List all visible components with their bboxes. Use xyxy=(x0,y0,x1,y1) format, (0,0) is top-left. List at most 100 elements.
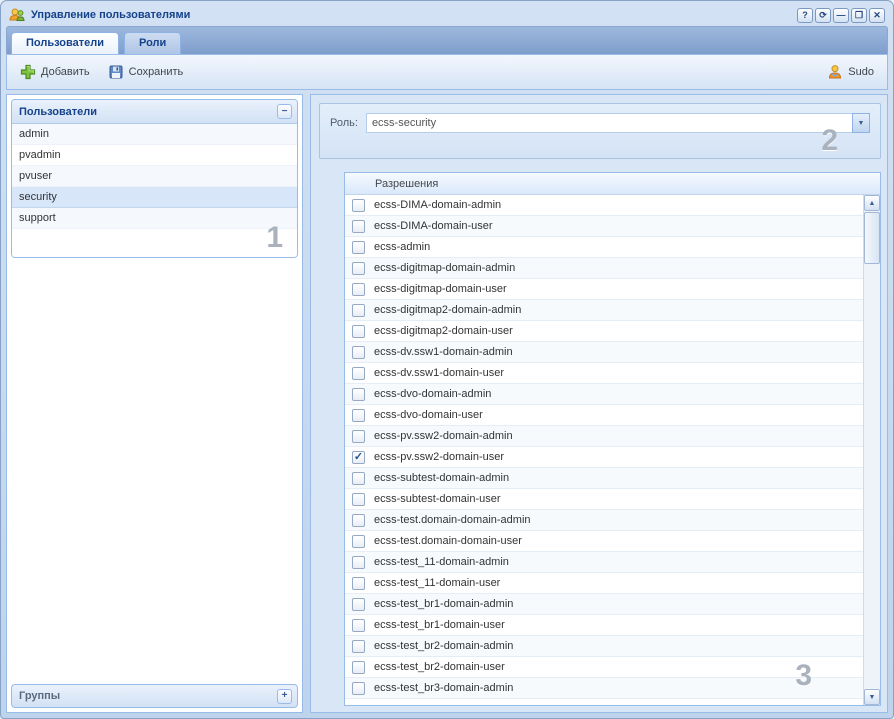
role-combobox[interactable]: ecss-security ▼ xyxy=(366,113,870,133)
permission-row[interactable]: ecss-dv.ssw1-domain-user xyxy=(345,363,863,384)
permission-row[interactable]: ecss-subtest-domain-user xyxy=(345,489,863,510)
permission-name: ecss-dv.ssw1-domain-user xyxy=(374,367,504,379)
permission-checkbox[interactable] xyxy=(352,367,365,380)
permission-checkbox[interactable] xyxy=(352,325,365,338)
permission-row[interactable]: ecss-test_br1-domain-admin xyxy=(345,594,863,615)
permission-checkbox[interactable] xyxy=(352,598,365,611)
permission-row[interactable]: ecss-dvo-domain-user xyxy=(345,405,863,426)
permission-row[interactable]: ecss-subtest-domain-admin xyxy=(345,468,863,489)
permission-row[interactable]: ecss-dvo-domain-admin xyxy=(345,384,863,405)
user-management-window: Управление пользователями ? ⟳ — ❐ ✕ Поль… xyxy=(0,0,894,719)
maximize-button[interactable]: ❐ xyxy=(851,8,867,23)
tab-users[interactable]: Пользователи xyxy=(11,32,119,54)
permission-name: ecss-dvo-domain-user xyxy=(374,409,483,421)
permission-checkbox[interactable] xyxy=(352,199,365,212)
user-list-item[interactable]: admin xyxy=(12,124,297,145)
minimize-button[interactable]: — xyxy=(833,8,849,23)
scrollbar-thumb[interactable] xyxy=(864,212,880,264)
permission-row[interactable]: ecss-digitmap2-domain-user xyxy=(345,321,863,342)
permission-checkbox[interactable] xyxy=(352,577,365,590)
permission-name: ecss-digitmap2-domain-admin xyxy=(374,304,521,316)
main-area: Пользователи − admin pvadmin pvuser secu… xyxy=(6,94,888,713)
close-button[interactable]: ✕ xyxy=(869,8,885,23)
users-list: admin pvadmin pvuser security support 1 xyxy=(12,124,297,257)
permission-row[interactable]: ecss-test_11-domain-user xyxy=(345,573,863,594)
add-button[interactable]: Добавить xyxy=(12,59,98,85)
user-list-item[interactable]: pvadmin xyxy=(12,145,297,166)
permission-row[interactable]: ecss-digitmap-domain-admin xyxy=(345,258,863,279)
permission-name: ecss-subtest-domain-user xyxy=(374,493,501,505)
permission-row[interactable]: ecss-pv.ssw2-domain-admin xyxy=(345,426,863,447)
permission-checkbox[interactable] xyxy=(352,451,365,464)
left-panel-body xyxy=(7,262,302,680)
permission-checkbox[interactable] xyxy=(352,220,365,233)
permission-row[interactable]: ecss-digitmap2-domain-admin xyxy=(345,300,863,321)
permission-name: ecss-subtest-domain-admin xyxy=(374,472,509,484)
user-list-item[interactable]: security xyxy=(12,187,297,208)
sudo-button[interactable]: Sudo xyxy=(819,59,882,85)
permission-checkbox[interactable] xyxy=(352,409,365,422)
permission-checkbox[interactable] xyxy=(352,388,365,401)
permission-checkbox[interactable] xyxy=(352,556,365,569)
permission-checkbox[interactable] xyxy=(352,262,365,275)
permission-checkbox[interactable] xyxy=(352,493,365,506)
permission-checkbox[interactable] xyxy=(352,514,365,527)
right-panel: Роль: ecss-security ▼ 2 Разрешения ecss-… xyxy=(310,94,888,713)
chevron-down-icon[interactable]: ▼ xyxy=(852,113,870,133)
permission-row[interactable]: ecss-admin xyxy=(345,237,863,258)
user-list-item[interactable]: pvuser xyxy=(12,166,297,187)
permissions-column-header[interactable]: Разрешения xyxy=(345,173,880,195)
permission-row[interactable]: ecss-test.domain-domain-admin xyxy=(345,510,863,531)
permission-row[interactable]: ecss-test_br3-domain-admin xyxy=(345,678,863,699)
permission-checkbox[interactable] xyxy=(352,472,365,485)
permission-row[interactable]: ecss-digitmap-domain-user xyxy=(345,279,863,300)
permission-checkbox[interactable] xyxy=(352,283,365,296)
users-panel-header: Пользователи − xyxy=(12,100,297,124)
permission-row[interactable]: ecss-DIMA-domain-admin xyxy=(345,195,863,216)
permission-checkbox[interactable] xyxy=(352,241,365,254)
permission-name: ecss-dvo-domain-admin xyxy=(374,388,491,400)
tab-users-label: Пользователи xyxy=(26,37,104,49)
permission-name: ecss-test_br1-domain-user xyxy=(374,619,505,631)
role-combobox-value[interactable]: ecss-security xyxy=(366,113,852,133)
vertical-scrollbar[interactable]: ▲ ▼ xyxy=(863,195,880,705)
refresh-button[interactable]: ⟳ xyxy=(815,8,831,23)
save-button[interactable]: Сохранить xyxy=(100,59,192,85)
permission-checkbox[interactable] xyxy=(352,640,365,653)
permission-row[interactable]: ecss-test_11-domain-admin xyxy=(345,552,863,573)
permission-row[interactable]: ecss-pv.ssw2-domain-user xyxy=(345,447,863,468)
scroll-down-icon[interactable]: ▼ xyxy=(864,689,880,705)
users-panel-title: Пользователи xyxy=(19,106,97,118)
collapse-users-button[interactable]: − xyxy=(277,104,292,119)
permission-row[interactable]: ecss-test_br1-domain-user xyxy=(345,615,863,636)
permission-name: ecss-digitmap-domain-user xyxy=(374,283,507,295)
permission-name: ecss-pv.ssw2-domain-user xyxy=(374,451,504,463)
user-name: pvuser xyxy=(19,170,52,182)
tab-roles[interactable]: Роли xyxy=(124,32,181,54)
expand-groups-button[interactable]: + xyxy=(277,689,292,704)
user-list-item[interactable]: support xyxy=(12,208,297,229)
permission-checkbox[interactable] xyxy=(352,430,365,443)
permission-row[interactable]: ecss-test_br2-domain-user xyxy=(345,657,863,678)
permission-name: ecss-test_br3-domain-admin xyxy=(374,682,513,694)
add-plus-icon xyxy=(20,64,36,80)
permission-row[interactable]: ecss-test_br2-domain-admin xyxy=(345,636,863,657)
permission-checkbox[interactable] xyxy=(352,346,365,359)
titlebar: Управление пользователями ? ⟳ — ❐ ✕ xyxy=(6,4,888,26)
panel-splitter[interactable] xyxy=(303,94,310,713)
groups-collapsed-panel[interactable]: Группы + xyxy=(11,684,298,708)
permission-row[interactable]: ecss-dv.ssw1-domain-admin xyxy=(345,342,863,363)
permission-row[interactable]: ecss-test.domain-domain-user xyxy=(345,531,863,552)
sudo-user-icon xyxy=(827,64,843,80)
permission-checkbox[interactable] xyxy=(352,682,365,695)
permission-row[interactable]: ecss-DIMA-domain-user xyxy=(345,216,863,237)
user-name: pvadmin xyxy=(19,149,61,161)
permission-checkbox[interactable] xyxy=(352,661,365,674)
permission-checkbox[interactable] xyxy=(352,535,365,548)
groups-panel-title: Группы xyxy=(19,690,60,702)
help-button[interactable]: ? xyxy=(797,8,813,23)
permission-checkbox[interactable] xyxy=(352,304,365,317)
permission-name: ecss-test.domain-domain-user xyxy=(374,535,522,547)
scroll-up-icon[interactable]: ▲ xyxy=(864,195,880,211)
permission-checkbox[interactable] xyxy=(352,619,365,632)
